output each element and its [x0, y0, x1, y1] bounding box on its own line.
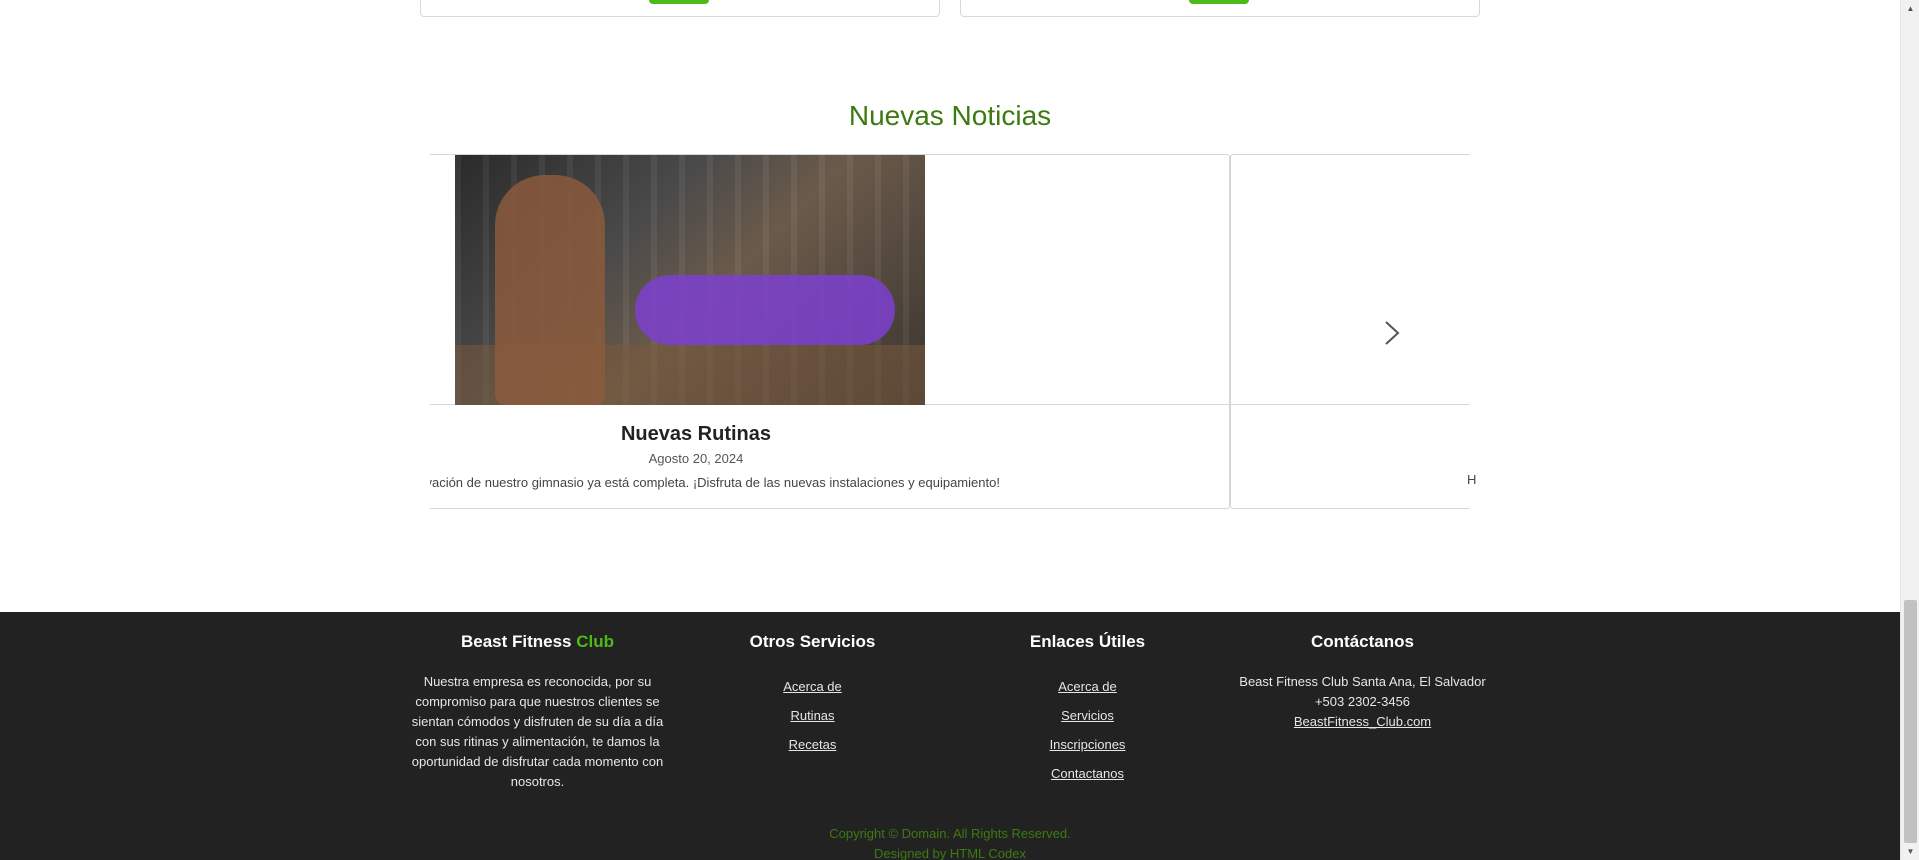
footer-useful-links-title: Enlaces Útiles [1029, 632, 1146, 651]
footer-contact-website[interactable]: BeastFitness_Club.com [1230, 712, 1495, 732]
footer-link-recetas[interactable]: Recetas [730, 730, 895, 759]
footer-about-title: Beast Fitness Club [460, 632, 615, 651]
footer-link-servicios[interactable]: Servicios [1010, 701, 1165, 730]
scrollbar-thumb[interactable] [1904, 600, 1917, 843]
designed-by-text[interactable]: Designed by HTML Codex [0, 844, 1900, 860]
news-card[interactable]: Nuevas Rutinas Agosto 20, 2024 novación … [430, 154, 1230, 509]
footer-contact-address: Beast Fitness Club Santa Ana, El Salvado… [1239, 674, 1486, 689]
page-viewport: Nuevas Noticias Nuevas Rutinas Agosto 20… [0, 0, 1900, 860]
chevron-right-icon[interactable] [1380, 318, 1404, 348]
news-card-photo [455, 155, 925, 405]
news-card-date: Agosto 20, 2024 [648, 451, 744, 466]
scroll-down-icon[interactable]: ▼ [1901, 843, 1919, 860]
footer-copyright: Copyright © Domain. All Rights Reserved.… [0, 824, 1900, 860]
scroll-up-icon[interactable]: ▲ [1901, 0, 1919, 17]
footer-contact-title: Contáctanos [1311, 632, 1414, 651]
news-card-image-area [1231, 155, 1470, 405]
footer-contact: Contáctanos Beast Fitness Club Santa Ana… [1230, 632, 1495, 732]
news-card-title[interactable]: Nuevas Rutinas [430, 423, 981, 446]
news-card-body: Nuevas Rutinas Agosto 20, 2024 novación … [430, 405, 1229, 508]
footer-about-title-accent: Club [576, 632, 615, 651]
news-card-image-area [430, 155, 1229, 405]
copyright-text: Copyright © Domain. All Rights Reserved. [829, 826, 1071, 841]
footer-link-acerca-de[interactable]: Acerca de [1010, 672, 1165, 701]
news-section-title: Nuevas Noticias [848, 100, 1052, 131]
news-carousel[interactable]: Nuevas Rutinas Agosto 20, 2024 novación … [430, 154, 1470, 509]
footer-services-title: Otros Servicios [749, 632, 876, 651]
service-card-partial [960, 0, 1480, 17]
footer-useful-links: Enlaces Útiles Acerca de Servicios Inscr… [1010, 632, 1165, 788]
footer-contact-phone: +503 2302-3456 [1314, 694, 1411, 709]
service-card-partial [420, 0, 940, 17]
site-footer: Beast Fitness Club Nuestra empresa es re… [0, 612, 1900, 860]
footer-link-contactanos[interactable]: Contactanos [1010, 759, 1165, 788]
service-card-button[interactable] [649, 0, 709, 4]
footer-link-acerca[interactable]: Acerca de [730, 672, 895, 701]
service-card-button[interactable] [1189, 0, 1249, 4]
news-card-text: novación de nuestro gimnasio ya está com… [430, 475, 1000, 490]
footer-about: Beast Fitness Club Nuestra empresa es re… [410, 632, 665, 792]
news-card-next-text: H [1467, 472, 1477, 487]
footer-about-text: Nuestra empresa es reconocida, por su co… [411, 674, 664, 789]
footer-link-inscripciones[interactable]: Inscripciones [1010, 730, 1165, 759]
footer-link-rutinas[interactable]: Rutinas [730, 701, 895, 730]
vertical-scrollbar[interactable]: ▲ ▼ [1900, 0, 1919, 860]
footer-services: Otros Servicios Acerca de Rutinas Receta… [730, 632, 895, 759]
news-card-next[interactable] [1230, 154, 1470, 509]
